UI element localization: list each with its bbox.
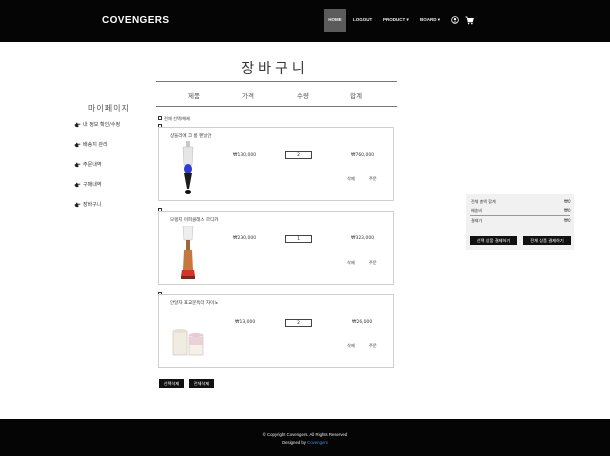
hand-icon [74, 142, 81, 147]
sidebar-title: 마이페이지 [88, 104, 130, 113]
column-price: 가격 [242, 92, 254, 100]
sidebar-item-purchases[interactable]: 구매내역 [74, 181, 101, 188]
summary-label: 배송비 [471, 208, 483, 213]
delete-button[interactable]: 삭제 [347, 343, 355, 349]
nav-home[interactable]: HOME [324, 9, 346, 32]
nav-home-label[interactable]: HOME [324, 17, 346, 22]
sidebar-item-label[interactable]: 장바구니 [83, 202, 101, 208]
nav-product-dropdown[interactable]: PRODUCT ▾ [383, 17, 409, 23]
product-image [172, 329, 204, 356]
order-button[interactable]: 주문 [369, 260, 377, 266]
item-total: ₩323,000 [351, 236, 375, 241]
product-image [181, 226, 195, 279]
summary-label: 결제가 [471, 218, 483, 223]
order-button[interactable]: 주문 [369, 176, 377, 182]
product-image [182, 141, 194, 194]
top-navbar [0, 0, 610, 42]
quantity-input[interactable]: 2 [285, 151, 312, 159]
footer-credit: Designed by Covengers [0, 440, 610, 445]
cart-item-name: 모랭지 미피클래스 르디카 [170, 218, 219, 223]
select-all-checkbox[interactable] [158, 116, 162, 120]
nav-board-dropdown[interactable]: BOARD ▾ [420, 17, 440, 23]
table-header-top-rule [156, 81, 397, 82]
delete-button[interactable]: 삭제 [347, 176, 355, 182]
hand-icon [74, 202, 81, 207]
sidebar-item-cart[interactable]: 장바구니 [74, 201, 101, 208]
quantity-input[interactable]: 2 [285, 319, 312, 327]
user-icon[interactable] [451, 16, 459, 24]
sidebar-item-label[interactable]: 구매내역 [83, 182, 101, 188]
item-price: ₩130,000 [233, 153, 257, 158]
summary-divider [470, 215, 570, 216]
summary-value: ₩0 [564, 199, 571, 204]
cart-item-name: 안달자 표교문독더 자이노 [170, 301, 219, 306]
sidebar-item-label[interactable]: 배송지 관리 [83, 142, 108, 148]
summary-value: ₩0 [564, 208, 571, 213]
column-total: 합계 [350, 92, 362, 100]
table-header-bottom-rule [156, 106, 397, 107]
pay-all-button[interactable]: 전체 상품 결제하기 [523, 236, 571, 245]
summary-value: ₩0 [564, 218, 571, 223]
sidebar-item-profile[interactable]: 내 정보 확인/수정 [74, 121, 120, 128]
sidebar-item-orders[interactable]: 주문내역 [74, 161, 101, 168]
page-title: 장바구니 [241, 61, 309, 77]
column-quantity: 수량 [297, 92, 309, 100]
footer-credit-prefix: Designed by [282, 440, 308, 445]
select-all-label: 전체 선택/해제 [164, 116, 190, 121]
sidebar-item-label[interactable]: 내 정보 확인/수정 [83, 122, 120, 128]
delete-all-button[interactable]: 전체삭제 [189, 379, 214, 388]
item-total: ₩26,000 [352, 320, 373, 325]
item-total: ₩760,000 [351, 153, 375, 158]
sidebar-item-label[interactable]: 주문내역 [83, 162, 101, 168]
brand-logo[interactable]: COVENGERS [102, 15, 170, 26]
quantity-input[interactable]: 1 [285, 235, 312, 243]
order-button[interactable]: 주문 [369, 343, 377, 349]
delete-button[interactable]: 삭제 [347, 260, 355, 266]
summary-label: 전체 총액 합계 [471, 199, 496, 204]
item-price: ₩13,000 [235, 320, 256, 325]
cart-icon[interactable] [465, 16, 474, 25]
delete-selected-button[interactable]: 선택삭제 [159, 379, 184, 388]
nav-logout[interactable]: LOGOUT [353, 17, 372, 22]
footer-copyright: © Copyright Covengers. All Rights Reserv… [262, 432, 348, 437]
column-product: 제품 [188, 92, 200, 100]
footer [0, 419, 610, 456]
hand-icon [74, 122, 81, 127]
footer-credit-link[interactable]: Covengers [307, 440, 328, 445]
item-price: ₩230,000 [233, 236, 257, 241]
sidebar-item-shipping[interactable]: 배송지 관리 [74, 141, 108, 148]
cart-item-name: 샹들리에 크 롬 펜닐안 [170, 134, 212, 139]
hand-icon [74, 182, 81, 187]
pay-selected-button[interactable]: 선택 상품 결제하기 [470, 236, 517, 245]
hand-icon [74, 162, 81, 167]
